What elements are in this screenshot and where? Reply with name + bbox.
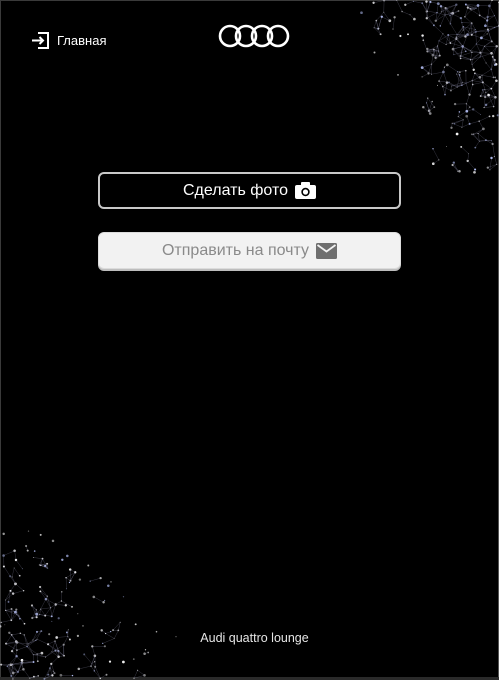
take-photo-button[interactable]: Сделать фото [98,172,401,209]
send-email-button[interactable]: Отправить на почту [98,232,401,269]
footer-caption: Audi quattro lounge [200,631,309,645]
send-email-label: Отправить на почту [161,241,309,259]
camera-icon [295,182,316,199]
take-photo-label: Сделать фото [182,181,288,199]
exit-arrow-icon [31,31,50,50]
home-link[interactable]: Главная [31,31,106,50]
home-label: Главная [57,33,107,48]
envelope-icon [316,242,337,259]
audi-rings-logo [218,23,290,49]
star-particles-top-right [360,0,499,174]
star-particles-bottom-left [0,530,177,680]
